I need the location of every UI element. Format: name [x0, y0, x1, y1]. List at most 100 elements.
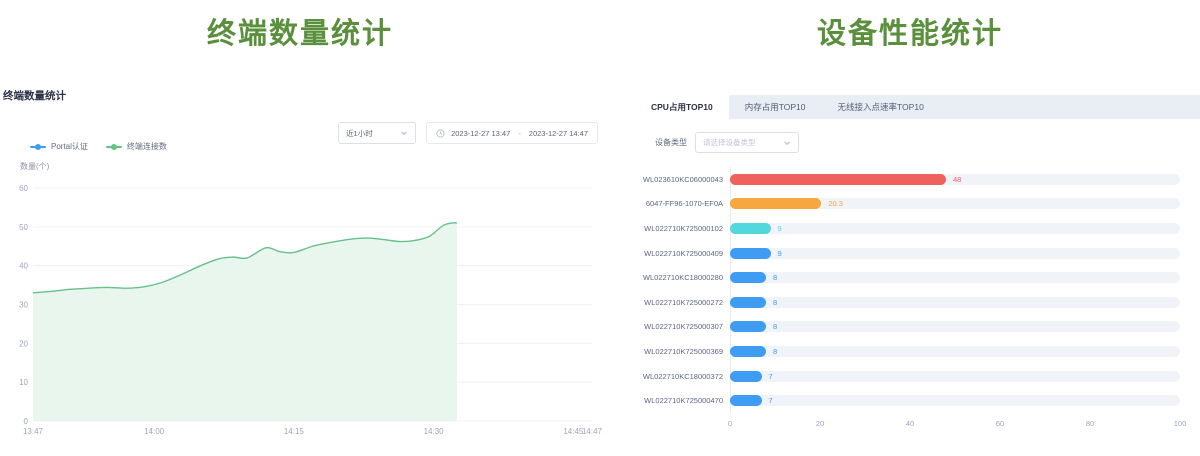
y-tick-label: 0 [24, 417, 29, 426]
x-tick-label: 40 [906, 419, 914, 428]
terminal-count-chart[interactable]: 数量(个)010203040506013:4714:0014:1514:3014… [0, 157, 600, 442]
legend-item[interactable]: Portal认证 [30, 141, 88, 152]
bar[interactable] [730, 346, 766, 357]
bar-row: WL022710K725000470 7 [635, 388, 1200, 413]
bar-row: WL022710K725000307 8 [635, 315, 1200, 340]
performance-tabs: CPU占用TOP10内存占用TOP10无线接入点速率TOP10 [635, 95, 1200, 119]
device-type-filter: 设备类型 请选择设备类型 [655, 132, 799, 153]
bar-category-label: WL022710KC18000372 [635, 372, 730, 381]
left-section-title: 终端数量统计 [0, 10, 600, 52]
y-tick-label: 30 [19, 301, 28, 310]
bar-value-label: 20.3 [828, 199, 843, 208]
date-range-start: 2023-12-27 13:47 [451, 129, 510, 138]
x-tick-label: 80 [1086, 419, 1094, 428]
bar-row: WL022710KC18000280 8 [635, 265, 1200, 290]
bar-value-label: 8 [773, 322, 777, 331]
bar-row: WL023610KC06000043 48 [635, 167, 1200, 192]
bar[interactable] [730, 395, 762, 406]
tab-inactive[interactable]: 内存占用TOP10 [729, 95, 822, 119]
bar[interactable] [730, 371, 762, 382]
bar-value-label: 9 [778, 249, 782, 258]
legend-label: 终端连接数 [127, 141, 167, 152]
bar-track-zone: 9 [730, 223, 1180, 234]
bar[interactable] [730, 223, 771, 234]
y-axis-title: 数量(个) [20, 161, 50, 171]
x-tick-label: 14:00 [144, 427, 165, 436]
bar-track-zone: 8 [730, 321, 1180, 332]
bar[interactable] [730, 198, 821, 209]
x-tick-label: 60 [996, 419, 1004, 428]
x-tick-label: 100 [1174, 419, 1187, 428]
bar-category-label: 6047-FF96-1070-EF0A [635, 199, 730, 208]
bar[interactable] [730, 174, 946, 185]
bar-category-label: WL023610KC06000043 [635, 175, 730, 184]
x-tick-label: 14:15 [284, 427, 305, 436]
bar-row: WL022710KC18000372 7 [635, 364, 1200, 389]
bar-track [730, 272, 1180, 283]
bar-track-zone: 8 [730, 272, 1180, 283]
bar-track [730, 395, 1180, 406]
device-type-placeholder: 请选择设备类型 [703, 137, 756, 148]
legend-marker-icon [30, 146, 46, 148]
bar-value-label: 48 [953, 175, 961, 184]
bar-track [730, 321, 1180, 332]
y-tick-label: 10 [19, 378, 28, 387]
device-type-select[interactable]: 请选择设备类型 [695, 132, 799, 153]
bar-value-label: 8 [773, 347, 777, 356]
bar-value-label: 8 [773, 298, 777, 307]
bar-row: WL022710K7250003698 [635, 339, 1200, 364]
bar-category-label: WL022710K725000102 [635, 224, 730, 233]
legend-marker-icon [106, 146, 122, 148]
bar-track [730, 371, 1180, 382]
bar-category-label: WL022710K725000409 [635, 249, 730, 258]
bar-row: 6047-FF96-1070-EF0A 20.3 [635, 192, 1200, 217]
bar-track [730, 346, 1180, 357]
x-tick-label: 14:47 [582, 427, 603, 436]
x-tick-label: 20 [816, 419, 824, 428]
bar[interactable] [730, 297, 766, 308]
cpu-top10-chart[interactable]: WL023610KC06000043 48 6047-FF96-1070-EF0A 2… [635, 167, 1200, 431]
y-tick-label: 50 [19, 223, 28, 232]
chevron-down-icon [783, 139, 791, 147]
tab-active[interactable]: CPU占用TOP10 [635, 95, 729, 119]
x-tick-label: 13:47 [23, 427, 44, 436]
y-tick-label: 20 [19, 339, 28, 348]
time-range-value: 近1小时 [346, 128, 373, 139]
chart-legend: Portal认证 终端连接数 [30, 141, 167, 152]
bar[interactable] [730, 248, 771, 259]
time-range-select[interactable]: 近1小时 [338, 122, 416, 144]
bar-track-zone: 9 [730, 248, 1180, 259]
bar-x-axis: 020406080100 [635, 419, 1200, 431]
dashboard: 终端数量统计 设备性能统计 终端数量统计 近1小时 2023-12-27 13:… [0, 0, 1200, 456]
bar-track [730, 297, 1180, 308]
chevron-down-icon [400, 129, 408, 137]
date-range-picker[interactable]: 2023-12-27 13:47 - 2023-12-27 14:47 [426, 122, 598, 144]
right-section-title: 设备性能统计 [620, 10, 1200, 52]
device-performance-card: CPU占用TOP10内存占用TOP10无线接入点速率TOP10 设备类型 请选择… [635, 95, 1200, 456]
legend-label: Portal认证 [51, 141, 88, 152]
x-tick-label: 14:30 [424, 427, 445, 436]
bar-category-label: WL022710K725000470 [635, 396, 730, 405]
device-type-label: 设备类型 [655, 137, 687, 148]
bar[interactable] [730, 321, 766, 332]
bar-value-label: 7 [769, 372, 773, 381]
bar-track-zone: 7 [730, 371, 1180, 382]
bar-category-label: WL022710KC18000280 [635, 273, 730, 282]
bar-category-label: WL022710K725000307 [635, 322, 730, 331]
y-tick-label: 60 [19, 184, 28, 193]
bar-row: WL022710K725000102 9 [635, 216, 1200, 241]
legend-dot-icon [35, 144, 41, 150]
bar-value-label: 9 [778, 224, 782, 233]
bar-value-label: 7 [769, 396, 773, 405]
legend-dot-icon [111, 144, 117, 150]
date-range-end: 2023-12-27 14:47 [529, 129, 588, 138]
bar-value-label: 8 [773, 273, 777, 282]
tab-inactive[interactable]: 无线接入点速率TOP10 [822, 95, 940, 119]
bar-category-label: WL022710K725000272 [635, 298, 730, 307]
legend-item[interactable]: 终端连接数 [106, 141, 167, 152]
bar-track-zone: 7 [730, 395, 1180, 406]
bar-track-zone: 48 [730, 174, 1180, 185]
bar[interactable] [730, 272, 766, 283]
clock-icon [436, 129, 445, 138]
bar-track-zone: 20.3 [730, 198, 1180, 209]
